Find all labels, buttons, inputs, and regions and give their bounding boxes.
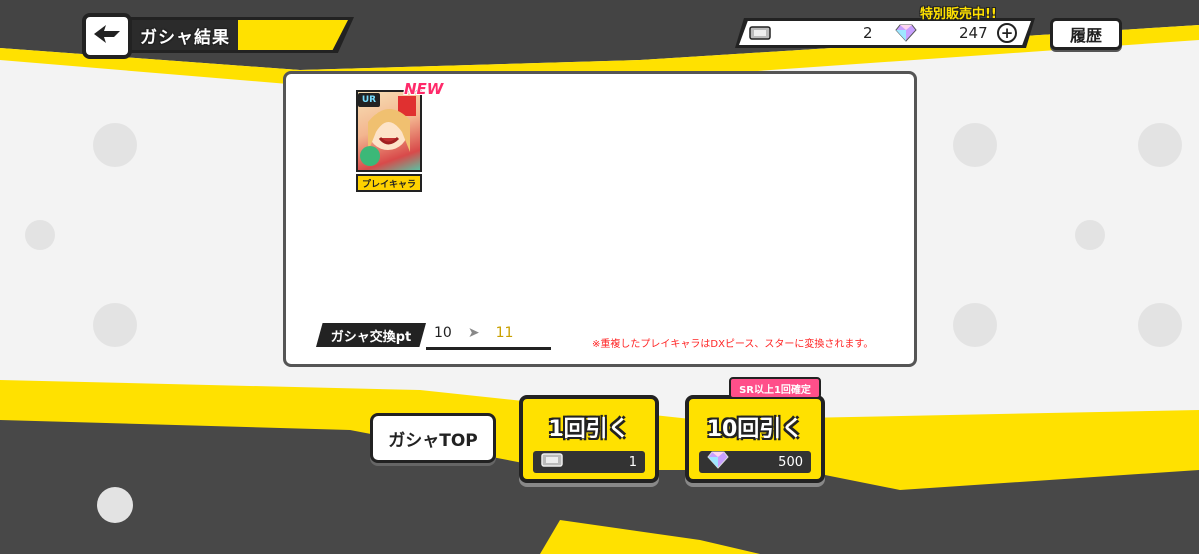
arrow-right-icon: ➤ — [467, 325, 480, 341]
result-panel: UR NEW プレイキャラ ガシャ交換pt 10 ➤ 11 ※重複したプレイキャ… — [283, 71, 917, 367]
history-button[interactable]: 履歴 — [1050, 18, 1122, 50]
ticket-icon — [541, 453, 563, 471]
draw-1-cost: 1 — [628, 454, 637, 470]
points-to: 11 — [495, 325, 514, 341]
draw-10-label: 10回引く — [706, 417, 804, 442]
duplicate-note: ※重複したプレイキャラはDXピース、スターに変換されます。 — [592, 339, 874, 350]
ticket-count: 2 — [863, 24, 873, 42]
rarity-badge: UR — [358, 93, 380, 107]
gacha-top-button[interactable]: ガシャTOP — [370, 413, 496, 463]
back-button[interactable] — [82, 13, 132, 59]
rainbow-gem-icon — [707, 451, 729, 473]
draw-10-button[interactable]: 10回引く 500 — [685, 395, 825, 483]
card-type-label: プレイキャラ — [356, 174, 422, 192]
draw-1-label: 1回引く — [548, 417, 630, 442]
draw-10-cost: 500 — [778, 454, 803, 470]
gem-count: 247 — [959, 24, 988, 42]
points-label: ガシャ交換pt — [316, 323, 426, 347]
guarantee-badge: SR以上1回確定 — [729, 377, 821, 399]
result-card[interactable]: UR NEW プレイキャラ — [356, 80, 443, 195]
back-arrow-icon — [92, 23, 122, 49]
draw-1-button[interactable]: 1回引く 1 — [519, 395, 659, 483]
title-bar: ガシャ結果 — [82, 13, 357, 59]
page-title: ガシャ結果 — [140, 28, 230, 48]
sale-badge: 特別販売中!! — [920, 7, 997, 22]
currency-bar: 2 247 + — [735, 18, 1035, 48]
points-from: 10 — [434, 325, 452, 341]
new-badge: NEW — [404, 80, 444, 98]
ticket-icon — [749, 18, 771, 48]
rainbow-gem-icon — [895, 18, 917, 48]
add-gems-button[interactable]: + — [997, 23, 1017, 43]
gacha-points: ガシャ交換pt 10 ➤ 11 — [316, 323, 552, 351]
